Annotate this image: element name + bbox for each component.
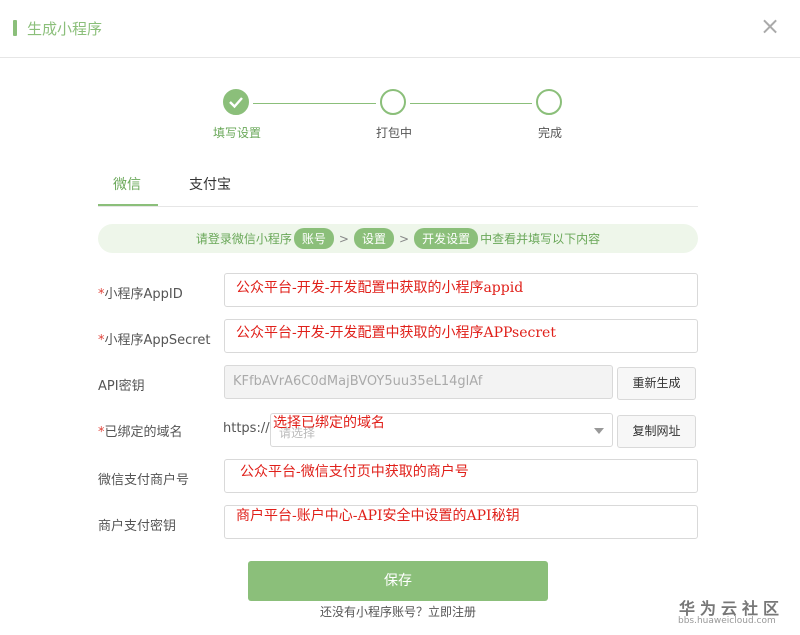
step-2-circle bbox=[380, 89, 406, 115]
appid-label-text: 小程序AppID bbox=[104, 287, 183, 302]
appid-annotation: 公众平台-开发-开发配置中获取的小程序appid bbox=[236, 280, 524, 296]
watermark-url: bbs.huaweicloud.com bbox=[678, 616, 776, 626]
close-icon[interactable]: × bbox=[760, 14, 780, 38]
tip-crumb-dev-settings: 开发设置 bbox=[414, 228, 479, 249]
step-1-check-icon bbox=[223, 89, 249, 115]
register-link[interactable]: 还没有小程序账号？立即注册 bbox=[320, 603, 476, 620]
merchant-key-annotation: 商户平台-账户中心-API安全中设置的API秘钥 bbox=[236, 508, 520, 524]
api-key-label: API密钥 bbox=[98, 379, 145, 394]
api-key-field: KFfbAVrA6C0dMajBVOY5uu35eL14glAf bbox=[224, 365, 613, 399]
merchant-no-annotation: 公众平台-微信支付页中获取的商户号 bbox=[240, 464, 469, 480]
step-connector-2 bbox=[410, 103, 532, 104]
tip-arrow-2: > bbox=[399, 231, 410, 246]
domain-label: *已绑定的域名 bbox=[98, 421, 183, 440]
tab-bar: 微信 支付宝 bbox=[98, 168, 698, 207]
tip-prefix: 请登录微信小程序 bbox=[195, 232, 292, 246]
appsecret-label-text: 小程序AppSecret bbox=[104, 333, 211, 348]
tip-crumb-account: 账号 bbox=[293, 228, 334, 249]
copy-url-button[interactable]: 复制网址 bbox=[617, 415, 696, 448]
appid-label: *小程序AppID bbox=[98, 283, 183, 302]
regenerate-button[interactable]: 重新生成 bbox=[617, 367, 696, 400]
save-button[interactable]: 保存 bbox=[248, 561, 548, 601]
step-3-circle bbox=[536, 89, 562, 115]
step-3-label: 完成 bbox=[537, 126, 562, 140]
appsecret-label: *小程序AppSecret bbox=[98, 329, 210, 348]
merchant-key-label: 商户支付密钥 bbox=[98, 519, 177, 534]
tab-wechat[interactable]: 微信 bbox=[113, 174, 141, 204]
instruction-tip: 请登录微信小程序 账号 > 设置 > 开发设置 中查看并填写以下内容 bbox=[98, 224, 698, 253]
merchant-no-label: 微信支付商户号 bbox=[98, 473, 190, 488]
step-2-label: 打包中 bbox=[375, 126, 412, 140]
step-connector-1 bbox=[253, 103, 376, 104]
step-1-label: 填写设置 bbox=[212, 126, 261, 140]
dialog-header: 生成小程序 × bbox=[0, 0, 800, 58]
dropdown-caret-icon bbox=[594, 428, 604, 434]
dialog-title: 生成小程序 bbox=[27, 20, 103, 38]
tip-suffix: 中查看并填写以下内容 bbox=[480, 232, 601, 246]
title-accent-bar bbox=[13, 20, 17, 36]
domain-prefix: https:// bbox=[223, 421, 270, 436]
domain-label-text: 已绑定的域名 bbox=[104, 425, 183, 440]
domain-annotation: 选择已绑定的域名 bbox=[273, 415, 385, 431]
appsecret-annotation: 公众平台-开发-开发配置中获取的小程序APPsecret bbox=[236, 325, 556, 341]
tab-alipay[interactable]: 支付宝 bbox=[189, 174, 231, 204]
active-tab-underline bbox=[98, 204, 158, 206]
tip-crumb-settings: 设置 bbox=[353, 228, 394, 249]
tip-arrow-1: > bbox=[338, 231, 349, 246]
